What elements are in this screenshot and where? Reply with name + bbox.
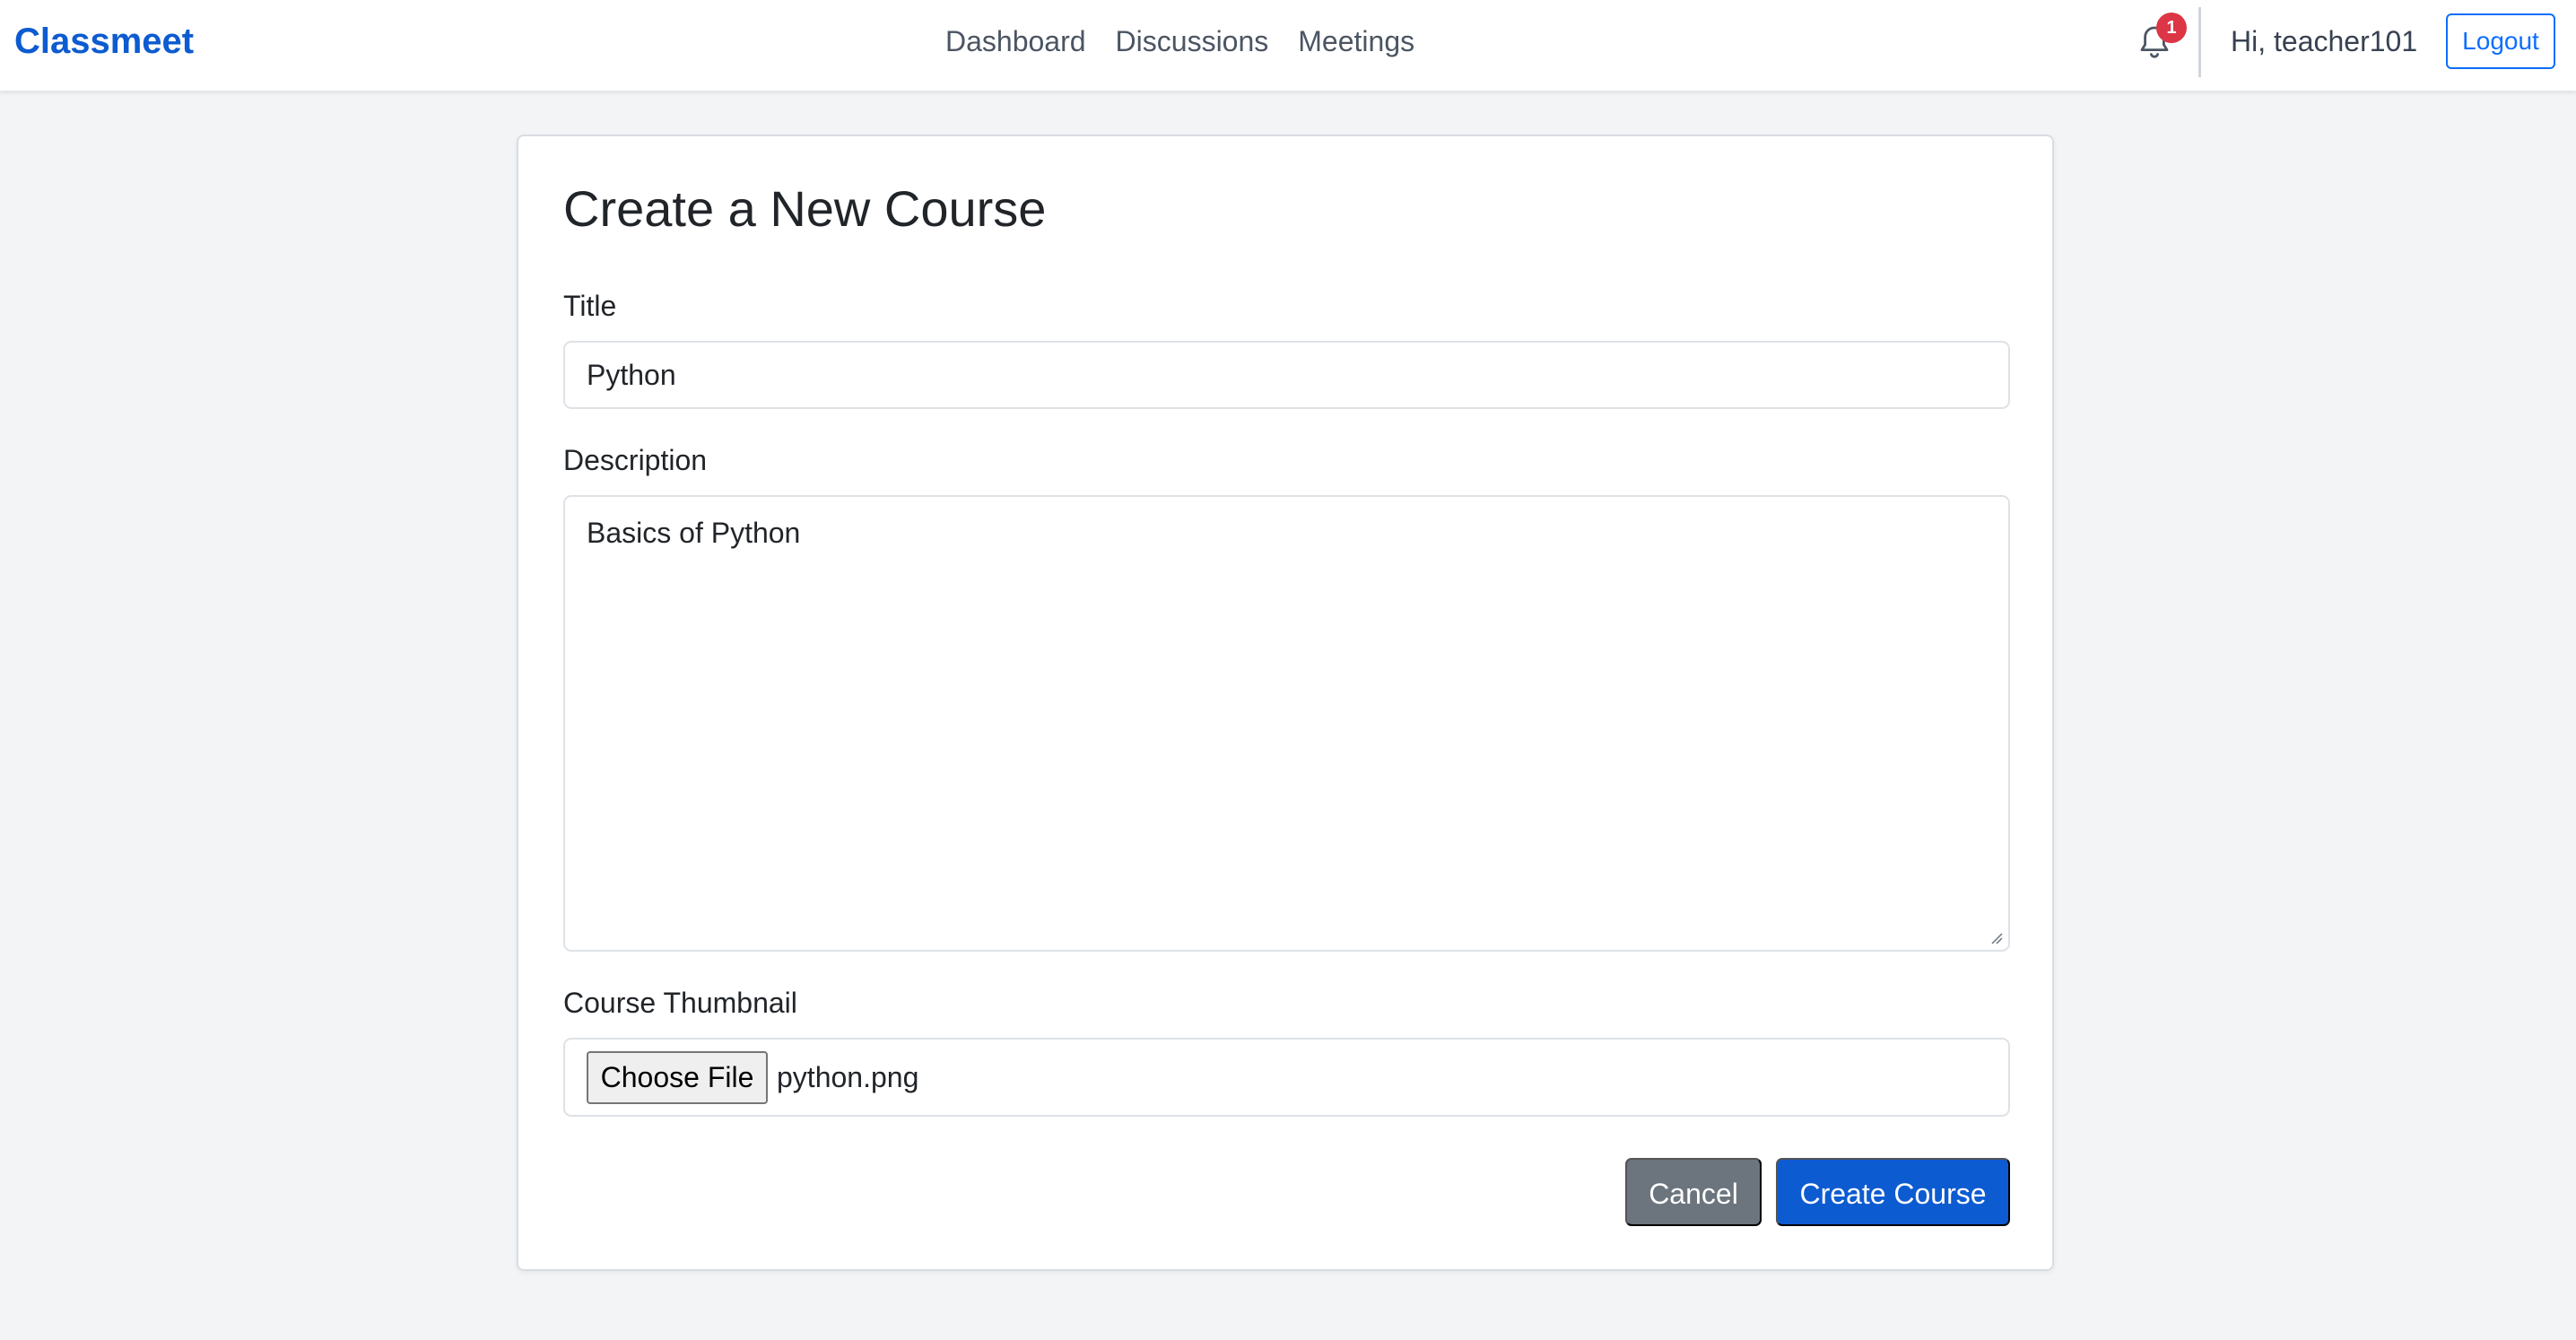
- thumbnail-file-input[interactable]: Choose File python.png: [563, 1038, 2010, 1117]
- description-textarea[interactable]: Basics of Python: [563, 495, 2010, 952]
- description-label: Description: [563, 444, 708, 476]
- selected-file-name: python.png: [777, 1061, 919, 1093]
- title-label: Title: [563, 290, 617, 322]
- top-navbar: Classmeet Dashboard Discussions Meetings…: [0, 0, 2576, 91]
- nav-link-discussions[interactable]: Discussions: [1116, 20, 1269, 63]
- create-course-button[interactable]: Create Course: [1776, 1158, 2010, 1226]
- create-course-card: Create a New Course Title Python Descrip…: [517, 135, 2054, 1271]
- nav-link-meetings[interactable]: Meetings: [1298, 20, 1414, 63]
- description-text: Basics of Python: [587, 517, 801, 549]
- nav-link-dashboard[interactable]: Dashboard: [945, 20, 1086, 63]
- title-input[interactable]: Python: [563, 341, 2010, 409]
- resize-grip-icon[interactable]: [1990, 932, 2003, 944]
- brand-logo[interactable]: Classmeet: [14, 20, 194, 63]
- main-nav: Dashboard Discussions Meetings: [945, 20, 1414, 63]
- page-title: Create a New Course: [563, 180, 1047, 237]
- choose-file-button[interactable]: Choose File: [587, 1051, 768, 1104]
- navbar-divider: [2198, 7, 2201, 77]
- notification-badge: 1: [2156, 13, 2187, 43]
- user-greeting: Hi, teacher101: [2231, 25, 2418, 57]
- thumbnail-label: Course Thumbnail: [563, 987, 797, 1019]
- cancel-button[interactable]: Cancel: [1625, 1158, 1762, 1226]
- logout-button[interactable]: Logout: [2446, 13, 2555, 69]
